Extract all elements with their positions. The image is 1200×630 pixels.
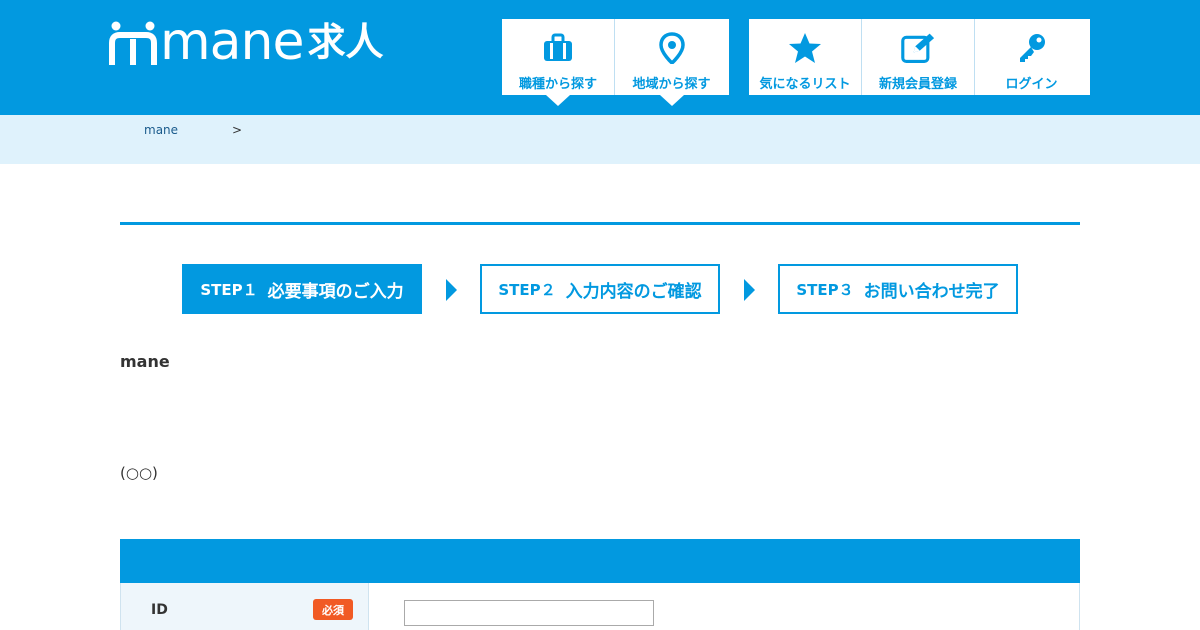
- form-row-id: ID 必須: [120, 583, 1080, 630]
- breadcrumb-separator: >: [232, 123, 243, 137]
- nav-label: 新規会員登録: [878, 77, 957, 92]
- site-logo[interactable]: mane 求人: [108, 14, 383, 70]
- logo-kanji: 求人: [307, 20, 384, 64]
- nav-login[interactable]: ログイン: [975, 19, 1088, 95]
- nav-favorites[interactable]: 気になるリスト: [749, 19, 862, 95]
- nav-search-by-area[interactable]: 地域から探す: [615, 19, 728, 106]
- star-icon: [788, 31, 822, 65]
- id-input[interactable]: [404, 600, 654, 626]
- page-lead-text: mane: [120, 352, 170, 371]
- nav-label: ログイン: [1005, 77, 1058, 92]
- form-header-bar: [120, 539, 1080, 583]
- edit-icon: [901, 31, 935, 65]
- logo-text: mane: [160, 12, 304, 72]
- step-number: STEP１: [200, 280, 258, 299]
- briefcase-icon: [541, 31, 575, 65]
- step-label: 入力内容のご確認: [565, 281, 702, 302]
- step-1-input: STEP１ 必要事項のご入力: [182, 264, 422, 314]
- key-icon: [1015, 31, 1049, 65]
- step-arrow-icon: [446, 279, 457, 301]
- nav-label: 気になるリスト: [759, 77, 851, 92]
- form-field-cell: [369, 583, 1079, 630]
- nav-register[interactable]: 新規会員登録: [862, 19, 975, 95]
- nav-label: 地域から探す: [632, 77, 711, 92]
- section-divider: [120, 222, 1080, 225]
- logo-mark-icon: [108, 17, 158, 67]
- breadcrumb-home-link[interactable]: mane: [144, 123, 178, 137]
- map-pin-icon: [655, 31, 689, 65]
- step-2-confirm: STEP２ 入力内容のご確認: [480, 264, 720, 314]
- dropdown-arrow-icon: [546, 95, 570, 106]
- page-note-text: (○○): [120, 464, 158, 482]
- search-nav: 職種から探す 地域から探す: [502, 19, 729, 106]
- site-header: mane 求人 職種から探す 地域から探す 気になるリスト 新規会員登録 ログイ…: [0, 0, 1200, 115]
- breadcrumb: [0, 115, 1200, 164]
- step-label: 必要事項のご入力: [267, 281, 404, 302]
- step-arrow-icon: [744, 279, 755, 301]
- step-number: STEP２: [498, 280, 556, 299]
- nav-label: 職種から探す: [518, 77, 597, 92]
- required-badge: 必須: [313, 599, 353, 620]
- nav-search-by-job[interactable]: 職種から探す: [502, 19, 615, 106]
- step-3-complete: STEP３ お問い合わせ完了: [778, 264, 1018, 314]
- form-label-cell: ID 必須: [121, 583, 369, 630]
- user-nav: 気になるリスト 新規会員登録 ログイン: [749, 19, 1090, 95]
- dropdown-arrow-icon: [659, 95, 684, 106]
- step-number: STEP３: [796, 280, 854, 299]
- step-label: お問い合わせ完了: [863, 281, 1000, 302]
- field-label-id: ID: [151, 602, 168, 618]
